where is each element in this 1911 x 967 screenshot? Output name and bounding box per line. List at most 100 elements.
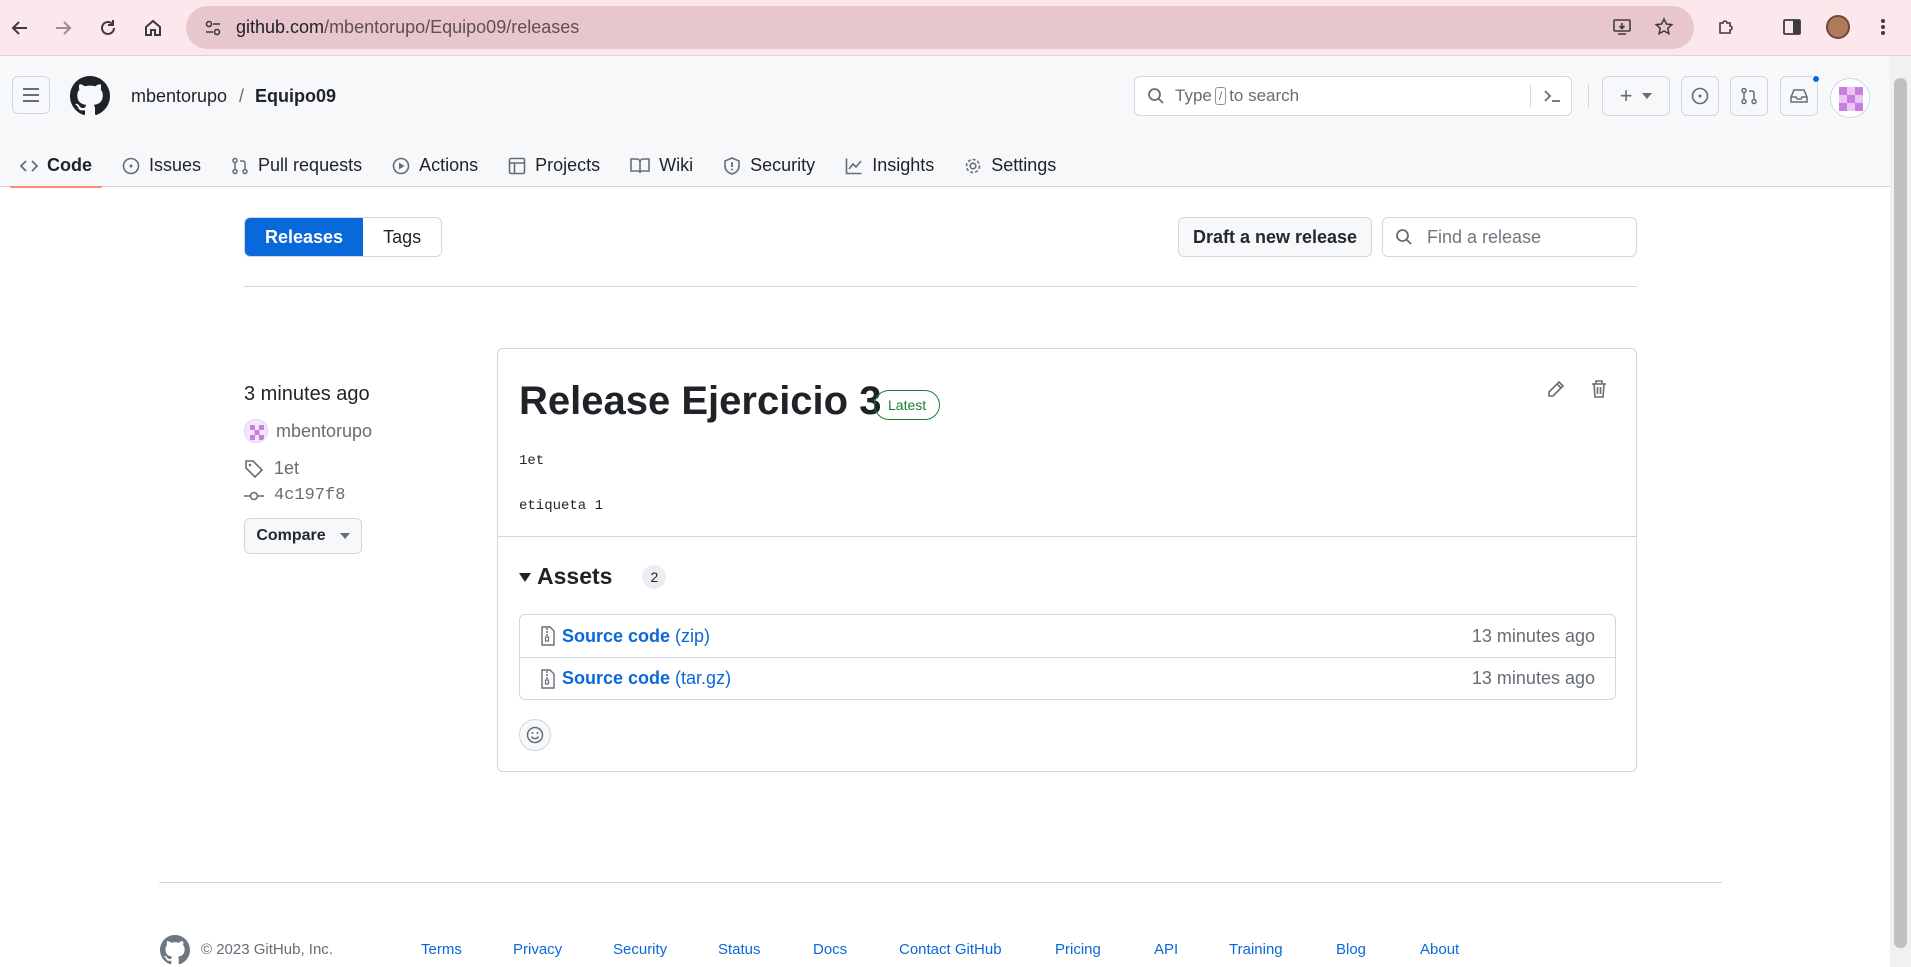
repo-header: mbentorupo / Equipo09 Type / to search +…	[0, 56, 1890, 188]
footer-link-blog[interactable]: Blog	[1336, 941, 1366, 958]
star-icon	[1654, 17, 1674, 36]
plus-icon: +	[1619, 83, 1633, 108]
browser-toolbar: github.com/mbentorupo/Equipo09/releases	[0, 0, 1911, 56]
footer-link-api[interactable]: API	[1154, 941, 1178, 958]
extensions-button[interactable]	[1711, 12, 1741, 42]
notification-dot	[1811, 74, 1821, 84]
scrollbar-thumb[interactable]	[1894, 78, 1907, 948]
tab-issues[interactable]: Issues	[112, 144, 211, 187]
add-reaction-button[interactable]	[519, 719, 551, 751]
tab-wiki[interactable]: Wiki	[620, 144, 703, 187]
tab-actions[interactable]: Actions	[382, 144, 488, 187]
issues-button[interactable]	[1681, 76, 1719, 116]
browser-menu-button[interactable]	[1868, 12, 1898, 42]
forward-button[interactable]	[45, 10, 81, 46]
reload-icon	[101, 20, 115, 35]
inbox-icon	[1790, 89, 1808, 103]
install-app-button[interactable]	[1607, 12, 1637, 42]
footer-link-contact[interactable]: Contact GitHub	[899, 941, 1002, 958]
profile-button[interactable]	[1823, 12, 1853, 42]
site-info-icon[interactable]	[198, 13, 228, 43]
footer-link-pricing[interactable]: Pricing	[1055, 941, 1101, 958]
home-button[interactable]	[135, 10, 171, 46]
page-scrollbar[interactable]	[1890, 56, 1911, 967]
create-new-button[interactable]: +	[1602, 76, 1670, 116]
git-pull-request-icon	[1741, 87, 1757, 105]
asset-row[interactable]: Source code (tar.gz) 13 minutes ago	[520, 657, 1615, 699]
compare-button[interactable]: Compare	[244, 518, 362, 554]
trash-icon	[1592, 380, 1606, 398]
search-prefix: Type	[1175, 86, 1212, 105]
identicon-icon	[1831, 79, 1869, 117]
tags-tab[interactable]: Tags	[363, 218, 441, 256]
footer-link-training[interactable]: Training	[1229, 941, 1283, 958]
global-menu-button[interactable]	[12, 76, 50, 114]
user-avatar[interactable]	[1830, 78, 1870, 118]
draft-new-release-button[interactable]: Draft a new release	[1178, 217, 1372, 257]
find-release-input[interactable]: Find a release	[1382, 217, 1637, 257]
edit-release-button[interactable]	[1540, 373, 1572, 405]
side-panel-button[interactable]	[1777, 12, 1807, 42]
search-icon	[1148, 88, 1164, 104]
command-palette-icon[interactable]	[1543, 89, 1561, 103]
release-title[interactable]: Release Ejercicio 3	[519, 379, 881, 424]
reload-button[interactable]	[90, 10, 126, 46]
releases-tab[interactable]: Releases	[245, 218, 364, 256]
pull-requests-button[interactable]	[1730, 76, 1768, 116]
asset-time: 13 minutes ago	[1471, 625, 1595, 646]
gear-icon	[965, 158, 981, 173]
tab-label: Actions	[419, 155, 479, 175]
release-time: 3 minutes ago	[244, 383, 370, 405]
tab-insights[interactable]: Insights	[835, 144, 944, 187]
latest-badge: Latest	[874, 390, 941, 420]
footer-link-security[interactable]: Security	[613, 941, 667, 958]
tab-projects[interactable]: Projects	[498, 144, 610, 187]
tab-label: Settings	[991, 155, 1057, 175]
asset-name[interactable]: Source code	[562, 668, 670, 689]
bookmark-button[interactable]	[1649, 12, 1679, 42]
footer-link-terms[interactable]: Terms	[421, 941, 462, 958]
delete-release-button[interactable]	[1583, 373, 1615, 405]
breadcrumb-owner[interactable]: mbentorupo	[131, 86, 227, 107]
find-release-placeholder: Find a release	[1427, 226, 1542, 247]
release-author[interactable]: mbentorupo	[244, 419, 372, 443]
asset-ext[interactable]: (tar.gz)	[675, 668, 731, 689]
footer-divider	[159, 882, 1722, 883]
release-tag-link[interactable]: 1et	[244, 458, 299, 479]
search-icon	[1396, 229, 1412, 245]
address-bar[interactable]: github.com/mbentorupo/Equipo09/releases	[186, 6, 1694, 49]
tag-name: 1et	[274, 458, 300, 478]
code-icon	[20, 159, 38, 172]
author-avatar	[244, 419, 268, 443]
breadcrumb-separator: /	[239, 86, 245, 106]
tab-security[interactable]: Security	[713, 144, 825, 187]
assets-count-badge: 2	[642, 564, 667, 589]
footer: © 2023 GitHub, Inc. Terms Privacy Securi…	[160, 935, 1560, 965]
footer-link-privacy[interactable]: Privacy	[513, 941, 562, 958]
release-card: Release Ejercicio 3 Latest 1et etiqueta …	[497, 348, 1637, 772]
github-logo[interactable]	[70, 76, 110, 116]
asset-ext[interactable]: (zip)	[675, 626, 710, 647]
file-zip-icon	[541, 626, 555, 646]
tab-pull-requests[interactable]: Pull requests	[221, 144, 372, 187]
footer-link-status[interactable]: Status	[718, 941, 761, 958]
tab-label: Wiki	[659, 155, 694, 175]
tab-settings[interactable]: Settings	[954, 144, 1066, 187]
github-mark-icon[interactable]	[160, 935, 190, 965]
graph-icon	[845, 158, 862, 174]
footer-link-about[interactable]: About	[1420, 941, 1459, 958]
global-search-input[interactable]: Type / to search	[1134, 76, 1572, 116]
assets-toggle[interactable]: Assets 2	[519, 563, 667, 590]
release-commit-link[interactable]: 4c197f8	[244, 486, 345, 505]
footer-link-docs[interactable]: Docs	[813, 941, 847, 958]
back-button[interactable]	[2, 10, 38, 46]
arrow-right-icon	[56, 21, 72, 35]
tab-code[interactable]: Code	[10, 144, 102, 188]
tag-icon	[245, 459, 264, 478]
breadcrumb-repo[interactable]: Equipo09	[255, 86, 336, 107]
asset-name[interactable]: Source code	[562, 626, 670, 647]
arrow-left-icon	[11, 21, 27, 35]
asset-row[interactable]: Source code (zip) 13 minutes ago	[520, 615, 1615, 657]
triangle-down-icon	[519, 572, 531, 582]
assets-label: Assets	[537, 563, 613, 589]
